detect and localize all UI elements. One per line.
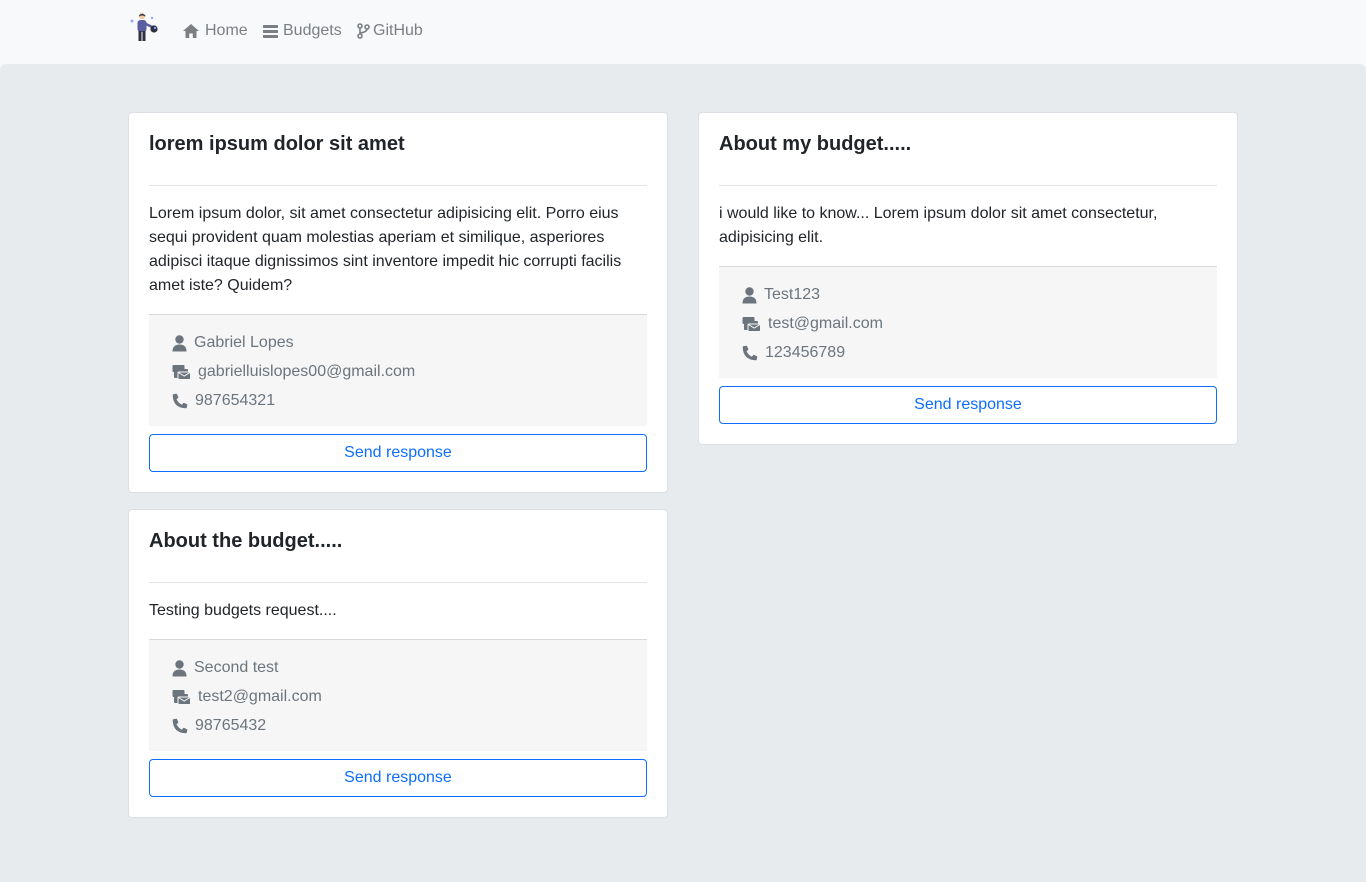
mail-bulk-icon <box>742 316 761 332</box>
contact-email: gabrielluislopes00@gmail.com <box>198 363 416 380</box>
contact-email: test@gmail.com <box>768 315 883 332</box>
contact-phone: 123456789 <box>765 344 846 361</box>
contact-phone-row: 987654321 <box>172 390 275 412</box>
contact-email-row: gabrielluislopes00@gmail.com <box>172 361 415 383</box>
contact-name-row: Gabriel Lopes <box>172 332 294 354</box>
nav-budgets-label: Budgets <box>283 22 342 39</box>
main-content: lorem ipsum dolor sit amet Lorem ipsum d… <box>0 64 1366 882</box>
mail-bulk-icon <box>172 364 191 380</box>
contact-email-row: test@gmail.com <box>742 313 883 335</box>
contact-name-row: Test123 <box>742 284 820 306</box>
budget-title: About my budget..... <box>719 133 912 155</box>
git-branch-icon <box>357 23 370 39</box>
contact-name: Test123 <box>764 286 821 303</box>
nav-home-label: Home <box>205 22 248 39</box>
nav-github[interactable]: GitHub <box>357 20 423 42</box>
budget-title: lorem ipsum dolor sit amet <box>149 133 405 155</box>
divider <box>719 185 1217 186</box>
list-icon <box>263 24 278 38</box>
nav-home[interactable]: Home <box>182 20 248 42</box>
mail-bulk-icon <box>172 689 191 705</box>
contact-phone: 98765432 <box>195 717 267 734</box>
contact-phone-row: 123456789 <box>742 342 845 364</box>
contact-info: Test123 test@gmail.com 123456789 <box>719 266 1217 378</box>
phone-icon <box>172 718 188 734</box>
nav-budgets[interactable]: Budgets <box>263 20 342 42</box>
contact-name: Gabriel Lopes <box>194 334 294 351</box>
brand-logo[interactable] <box>128 12 160 44</box>
budget-message: Lorem ipsum dolor, sit amet consectetur … <box>149 205 622 294</box>
nav-github-label: GitHub <box>373 22 423 39</box>
contact-phone-row: 98765432 <box>172 715 266 737</box>
user-icon <box>742 286 757 304</box>
divider <box>149 185 647 186</box>
send-response-button[interactable]: Send response <box>719 386 1217 424</box>
contact-info: Gabriel Lopes gabrielluislopes00@gmail.c… <box>149 314 647 426</box>
divider <box>149 582 647 583</box>
person-logo-icon <box>130 12 158 41</box>
contact-phone: 987654321 <box>195 392 276 409</box>
budget-card: lorem ipsum dolor sit amet Lorem ipsum d… <box>128 112 668 493</box>
contact-info: Second test test2@gmail.com 98765432 <box>149 639 647 751</box>
contact-email-row: test2@gmail.com <box>172 686 322 708</box>
budget-message: Testing budgets request.... <box>149 602 337 619</box>
budget-title: About the budget..... <box>149 530 343 552</box>
budget-card: About the budget..... Testing budgets re… <box>128 509 668 818</box>
budget-card: About my budget..... i would like to kno… <box>698 112 1238 445</box>
user-icon <box>172 334 187 352</box>
send-response-button[interactable]: Send response <box>149 759 647 797</box>
send-response-button[interactable]: Send response <box>149 434 647 472</box>
home-icon <box>183 24 199 38</box>
budget-message: i would like to know... Lorem ipsum dolo… <box>719 205 1158 246</box>
navbar: Home Budgets GitHub <box>0 0 1366 64</box>
contact-email: test2@gmail.com <box>198 688 322 705</box>
phone-icon <box>172 393 188 409</box>
contact-name-row: Second test <box>172 657 279 679</box>
contact-name: Second test <box>194 659 279 676</box>
user-icon <box>172 659 187 677</box>
phone-icon <box>742 345 758 361</box>
